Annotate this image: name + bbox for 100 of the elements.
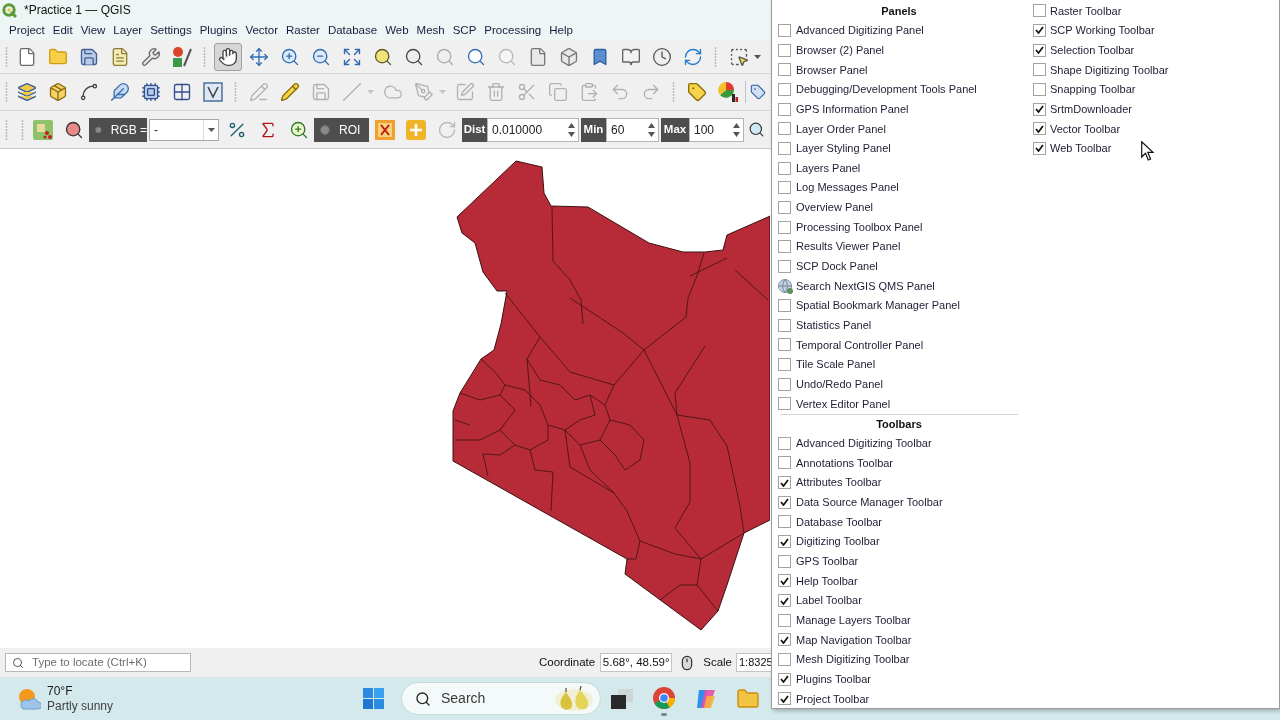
menu-item[interactable]: Raster Toolbar: [1050, 2, 1122, 20]
feather-icon[interactable]: [109, 82, 130, 102]
menu-bar-item[interactable]: Raster: [282, 20, 324, 40]
menu-item[interactable]: Advanced Digitizing Panel: [796, 22, 924, 39]
menu-item[interactable]: Label Toolbar: [796, 592, 862, 609]
menu-bar-item[interactable]: View: [76, 20, 110, 40]
menu-item[interactable]: Shape Digitizing Toolbar: [1050, 61, 1169, 79]
checkbox[interactable]: [778, 672, 791, 686]
menu-item[interactable]: Debugging/Development Tools Panel: [796, 81, 977, 98]
map-tile-icon[interactable]: [32, 119, 53, 140]
menu-bar-item[interactable]: Plugins: [195, 20, 242, 40]
zoom-out-icon[interactable]: [310, 46, 331, 67]
magnifier-icon[interactable]: [372, 46, 393, 67]
swirl-icon[interactable]: [695, 687, 717, 710]
number-field[interactable]: 100: [689, 117, 744, 142]
toolbar-grip-icon[interactable]: [203, 46, 206, 67]
checkbox[interactable]: [1033, 102, 1046, 116]
checkbox[interactable]: [778, 141, 791, 155]
checkbox[interactable]: [778, 338, 791, 352]
menu-item[interactable]: SrtmDownloader: [1050, 100, 1132, 118]
checkbox[interactable]: [778, 161, 791, 175]
toolbar-grip-icon[interactable]: [672, 82, 675, 102]
hand-icon[interactable]: [213, 42, 242, 71]
checkbox[interactable]: [778, 358, 791, 372]
checkbox[interactable]: [778, 594, 791, 607]
menu-item[interactable]: Overview Panel: [796, 199, 874, 216]
menu-item[interactable]: SCP Dock Panel: [796, 258, 878, 275]
menu-bar-item[interactable]: Project: [5, 20, 49, 40]
checkbox[interactable]: [778, 692, 791, 706]
checkbox[interactable]: [778, 456, 791, 470]
checkbox[interactable]: [778, 515, 791, 529]
checkbox[interactable]: [778, 43, 791, 57]
menu-item[interactable]: Browser Panel: [796, 61, 868, 79]
menu-item[interactable]: Advanced Digitizing Toolbar: [796, 435, 932, 452]
x-square-icon[interactable]: [374, 119, 395, 140]
menu-item[interactable]: Digitizing Toolbar: [796, 533, 880, 550]
checkbox[interactable]: [778, 181, 791, 195]
radio-icon[interactable]: [320, 124, 330, 135]
checkbox[interactable]: [778, 220, 791, 234]
menu-item[interactable]: Plugins Toolbar: [796, 670, 871, 688]
magnifier-icon[interactable]: [403, 46, 424, 67]
checkbox[interactable]: [1033, 141, 1046, 155]
checkbox[interactable]: [778, 102, 791, 116]
folder-icon[interactable]: [736, 686, 760, 711]
menu-item[interactable]: Help Toolbar: [796, 572, 858, 590]
layers-icon[interactable]: [16, 82, 37, 102]
book-icon[interactable]: [620, 46, 641, 67]
menu-bar-item[interactable]: Vector: [241, 20, 282, 40]
pie-chart-icon[interactable]: [717, 82, 738, 102]
menu-item[interactable]: Layers Panel: [796, 159, 861, 177]
toolbar-grip-icon[interactable]: [714, 46, 717, 67]
menu-bar-item[interactable]: SCP: [448, 20, 481, 40]
menu-bar-item[interactable]: Processing: [480, 20, 546, 40]
tag-icon[interactable]: [750, 84, 766, 100]
coordinate-field[interactable]: 5.68°, 48.59°: [600, 653, 673, 672]
menu-item[interactable]: GPS Information Panel: [796, 100, 909, 118]
clock-icon[interactable]: [651, 46, 672, 67]
shapes-icon[interactable]: [171, 46, 192, 67]
menu-item[interactable]: Results Viewer Panel: [796, 238, 901, 255]
arrows-icon[interactable]: [248, 46, 269, 67]
spin-arrows-icon[interactable]: [648, 122, 655, 137]
menu-item[interactable]: Database Toolbar: [796, 513, 883, 531]
menu-item[interactable]: Tile Scale Panel: [796, 356, 876, 373]
checkbox[interactable]: [1033, 122, 1046, 136]
number-field[interactable]: 0.010000: [487, 117, 579, 142]
checkbox[interactable]: [1033, 82, 1046, 96]
menu-item[interactable]: Layer Styling Panel: [796, 140, 891, 157]
magnifier-icon[interactable]: [465, 46, 486, 67]
menu-item[interactable]: Vertex Editor Panel: [796, 395, 891, 413]
zoom-in-icon[interactable]: [279, 46, 300, 67]
caret-icon[interactable]: [207, 127, 215, 132]
menu-bar-item[interactable]: Edit: [48, 20, 77, 40]
band-dropdown[interactable]: -: [149, 118, 219, 141]
menu-item[interactable]: Search NextGIS QMS Panel: [796, 277, 935, 295]
locator-search-field[interactable]: Type to locate (Ctrl+K): [5, 653, 191, 672]
menu-item[interactable]: Snapping Toolbar: [1050, 81, 1136, 98]
checkbox[interactable]: [1033, 4, 1046, 18]
menu-bar-item[interactable]: Layer: [109, 20, 147, 40]
start-icon[interactable]: [363, 688, 384, 709]
checkbox[interactable]: [778, 259, 791, 273]
toolbar-grip-icon[interactable]: [21, 119, 24, 140]
checkbox[interactable]: [778, 397, 791, 411]
menu-item[interactable]: Processing Toolbox Panel: [796, 218, 923, 236]
menu-item[interactable]: Manage Layers Toolbar: [796, 611, 911, 629]
menu-item[interactable]: Spatial Bookmark Manager Panel: [796, 297, 960, 314]
menu-item[interactable]: Project Toolbar: [796, 690, 870, 708]
menu-bar-item[interactable]: Web: [381, 20, 413, 40]
checkbox[interactable]: [778, 653, 791, 666]
menu-item[interactable]: Layer Order Panel: [796, 120, 886, 137]
checkbox[interactable]: [778, 633, 791, 647]
toolbar-grip-icon[interactable]: [234, 82, 237, 102]
tag-icon[interactable]: [686, 82, 707, 102]
menu-item[interactable]: Undo/Redo Panel: [796, 376, 883, 393]
toolbar-grip-icon[interactable]: [5, 46, 8, 67]
menu-bar-item[interactable]: Mesh: [412, 20, 449, 40]
pencil-icon[interactable]: [279, 82, 300, 102]
selection-box-icon[interactable]: [728, 46, 749, 67]
checkbox[interactable]: [1033, 63, 1046, 77]
menu-item[interactable]: Vector Toolbar: [1050, 120, 1121, 137]
scale-field[interactable]: 1:8325: [736, 653, 771, 672]
